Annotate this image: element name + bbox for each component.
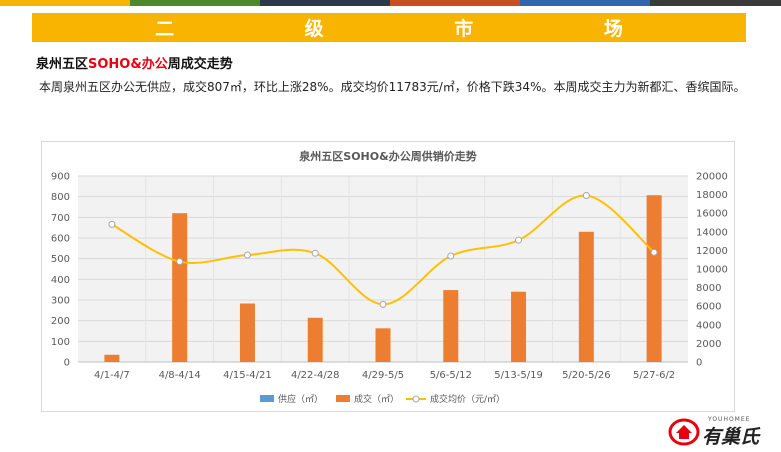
- y-left-tick-label: 800: [51, 192, 70, 203]
- bar-transaction: [578, 231, 594, 362]
- y-right-tick-label: 2000: [696, 339, 721, 350]
- price-point: [243, 251, 251, 259]
- bar-transaction: [172, 213, 188, 362]
- y-left-tick-label: 200: [51, 316, 70, 327]
- y-left-tick-label: 500: [51, 254, 70, 265]
- y-right-tick-label: 14000: [696, 227, 728, 238]
- y-right-tick-label: 0: [696, 358, 702, 369]
- x-tick-label: 5/13-5/19: [494, 370, 543, 381]
- bar-transaction: [443, 290, 459, 362]
- price-point: [379, 300, 387, 308]
- summary-paragraph: 本周泉州五区办公无供应，成交807㎡，环比上涨28%。成交均价11783元/㎡，…: [39, 80, 746, 94]
- chart-svg: 泉州五区SOHO&办公周供销价走势 0 100 200 300 400 500 600 700 8…: [51, 149, 728, 405]
- legend-label: 成交均价（元/㎡）: [430, 393, 505, 405]
- price-point: [582, 192, 590, 200]
- x-tick-label: 5/27-6/2: [633, 370, 675, 381]
- y-left-tick-label: 400: [51, 275, 70, 286]
- price-point: [447, 252, 455, 260]
- heading-part-1: 泉州五区: [36, 57, 89, 72]
- x-tick-label: 4/22-4/28: [291, 370, 340, 381]
- brand-logo: YOUHOMEE 有巢氏: [668, 412, 780, 448]
- legend-label: 供应（㎡）: [278, 393, 323, 405]
- y-left-tick-label: 0: [64, 358, 70, 369]
- legend-swatch: [336, 395, 350, 402]
- y-left-tick-label: 100: [51, 337, 70, 348]
- section-banner: 二 级 市 场: [32, 13, 746, 42]
- x-tick-label: 4/1-4/7: [94, 370, 130, 381]
- y-right-tick-label: 8000: [696, 283, 721, 294]
- price-point: [650, 248, 658, 256]
- stripe-segment: [650, 0, 781, 6]
- logo-text: 有巢氏: [702, 426, 761, 448]
- bar-transaction: [646, 195, 662, 362]
- heading-part-2: SOHO&办公: [88, 57, 168, 72]
- y-left-tick-label: 600: [51, 234, 70, 245]
- chart-container: 泉州五区SOHO&办公周供销价走势 0 100 200 300 400 500 600 700 8…: [41, 141, 735, 412]
- stripe-segment: [260, 0, 390, 6]
- y-right-tick-label: 20000: [696, 172, 728, 183]
- bar-transaction: [375, 328, 391, 362]
- heading-part-3: 周成交走势: [167, 57, 233, 72]
- y-right-tick-label: 18000: [696, 190, 728, 201]
- banner-title: 二 级 市 场: [155, 18, 685, 40]
- y-right-tick-label: 6000: [696, 302, 721, 313]
- stripe-segment: [390, 0, 520, 6]
- stripe-segment: [0, 0, 130, 6]
- bar-transaction: [104, 354, 120, 362]
- legend-label: 成交（㎡）: [354, 393, 399, 405]
- price-point: [311, 249, 319, 257]
- top-color-stripe: [0, 0, 781, 6]
- price-point: [108, 220, 116, 228]
- y-right-tick-label: 12000: [696, 246, 728, 257]
- bar-transaction: [307, 317, 323, 362]
- y-left-tick-label: 300: [51, 296, 70, 307]
- stripe-segment: [130, 0, 260, 6]
- y-right-tick-label: 4000: [696, 320, 721, 331]
- bar-transaction: [239, 303, 255, 362]
- y-right-tick-label: 10000: [696, 265, 728, 276]
- price-point: [515, 236, 523, 244]
- x-tick-label: 4/15-4/21: [223, 370, 272, 381]
- legend-marker: [412, 395, 420, 403]
- x-tick-label: 4/29-5/5: [362, 370, 404, 381]
- stripe-segment: [520, 0, 650, 6]
- x-tick-label: 5/6-5/12: [430, 370, 472, 381]
- price-point: [176, 258, 184, 266]
- logo-subtext: YOUHOMEE: [707, 416, 750, 423]
- y-left-tick-label: 900: [51, 172, 70, 183]
- y-left-tick-label: 700: [51, 213, 70, 224]
- bar-transaction: [511, 291, 527, 362]
- chart-title: 泉州五区SOHO&办公周供销价走势: [298, 149, 476, 163]
- section-heading: 泉州五区SOHO&办公周成交走势: [36, 53, 233, 72]
- x-tick-label: 4/8-4/14: [159, 370, 201, 381]
- y-right-tick-label: 16000: [696, 209, 728, 220]
- x-tick-label: 5/20-5/26: [562, 370, 611, 381]
- legend-swatch: [260, 395, 274, 402]
